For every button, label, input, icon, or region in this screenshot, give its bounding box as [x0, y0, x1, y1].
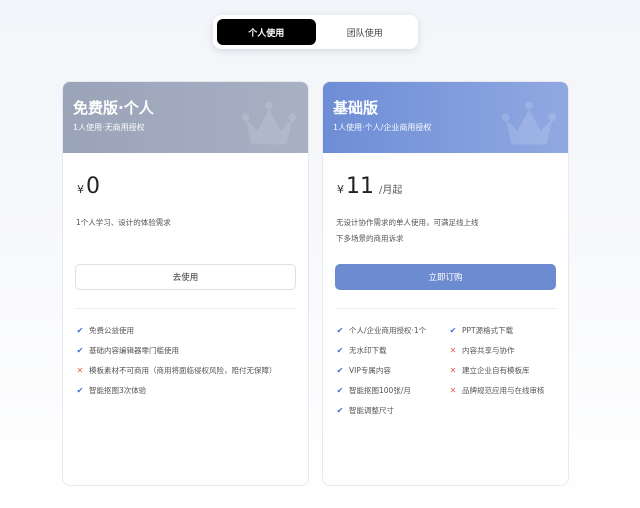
- feature-item: ✔ 智能抠图3次体验: [76, 385, 147, 395]
- plan-description: 1个人学习、设计的体验需求: [76, 215, 296, 231]
- feature-list: ✔ 免费公益使用 ✔ 基础内容编辑器零门槛使用 ✕ 模板素材不可商用（商用将面临侵权风…: [75, 320, 277, 400]
- plan-card-free: 免费版·个人 1人使用·无商用授权 ¥ 0 1个人学习、设计的体验需求 去使用 …: [62, 81, 309, 486]
- usage-toggle: 个人使用 团队使用: [213, 15, 418, 49]
- cross-icon: ✕: [449, 345, 457, 355]
- tab-team[interactable]: 团队使用: [316, 19, 415, 45]
- plan-header-basic: 基础版 1人使用·个人/企业商用授权: [323, 82, 568, 153]
- plan-description-line: 无设计协作需求的单人使用，可满足线上线: [336, 218, 479, 227]
- price-unit: /月起: [379, 185, 403, 196]
- plan-description: 无设计协作需求的单人使用，可满足线上线 下多场景的商用诉求: [336, 215, 556, 247]
- feature-list-left: ✔ 个人/企业商用授权·1个 ✔ 无水印下载 ✔ VIP专属内容 ✔ 智能抠图100张/…: [335, 320, 427, 420]
- plan-description-line: 1个人学习、设计的体验需求: [76, 218, 171, 227]
- tab-personal[interactable]: 个人使用: [217, 19, 316, 45]
- currency-symbol: ¥: [77, 183, 84, 196]
- feature-item: ✔ 个人/企业商用授权·1个: [336, 325, 427, 335]
- check-icon: ✔: [336, 385, 344, 395]
- feature-item: ✔ 智能抠图100张/月: [336, 385, 411, 395]
- price-value: 0: [86, 174, 100, 199]
- feature-item: ✔ 智能调整尺寸: [336, 405, 394, 415]
- crown-icon: [501, 101, 557, 145]
- feature-item: ✕ 建立企业自有模板库: [449, 365, 530, 375]
- divider: [75, 308, 296, 309]
- feature-item: ✕ 模板素材不可商用（商用将面临侵权风险，赔付无保障）: [76, 365, 277, 375]
- check-icon: ✔: [336, 345, 344, 355]
- plan-price: ¥ 11 /月起: [337, 174, 402, 199]
- cross-icon: ✕: [449, 385, 457, 395]
- check-icon: ✔: [76, 345, 84, 355]
- cross-icon: ✕: [76, 365, 84, 375]
- check-icon: ✔: [76, 385, 84, 395]
- check-icon: ✔: [449, 325, 457, 335]
- feature-list-right: ✔ PPT源格式下载 ✕ 内容共享与协作 ✕ 建立企业自有模板库 ✕ 品牌规范应用与在线…: [448, 320, 545, 400]
- subscribe-button[interactable]: 立即订购: [335, 264, 556, 290]
- currency-symbol: ¥: [337, 183, 344, 196]
- check-icon: ✔: [76, 325, 84, 335]
- feature-item: ✔ 基础内容编辑器零门槛使用: [76, 345, 179, 355]
- feature-item: ✔ 无水印下载: [336, 345, 387, 355]
- check-icon: ✔: [336, 365, 344, 375]
- cross-icon: ✕: [449, 365, 457, 375]
- plan-description-line: 下多场景的商用诉求: [336, 234, 404, 243]
- feature-item: ✕ 品牌规范应用与在线审核: [449, 385, 545, 395]
- crown-icon: [241, 101, 297, 145]
- price-value: 11: [346, 174, 374, 199]
- plan-header-free: 免费版·个人 1人使用·无商用授权: [63, 82, 308, 153]
- divider: [335, 308, 556, 309]
- feature-item: ✔ 免费公益使用: [76, 325, 134, 335]
- feature-item: ✕ 内容共享与协作: [449, 345, 515, 355]
- use-button[interactable]: 去使用: [75, 264, 296, 290]
- feature-item: ✔ VIP专属内容: [336, 365, 391, 375]
- check-icon: ✔: [336, 325, 344, 335]
- feature-item: ✔ PPT源格式下载: [449, 325, 514, 335]
- plan-card-basic: 基础版 1人使用·个人/企业商用授权 ¥ 11 /月起 无设计协作需求的单人使用…: [322, 81, 569, 486]
- plan-price: ¥ 0: [77, 174, 100, 199]
- check-icon: ✔: [336, 405, 344, 415]
